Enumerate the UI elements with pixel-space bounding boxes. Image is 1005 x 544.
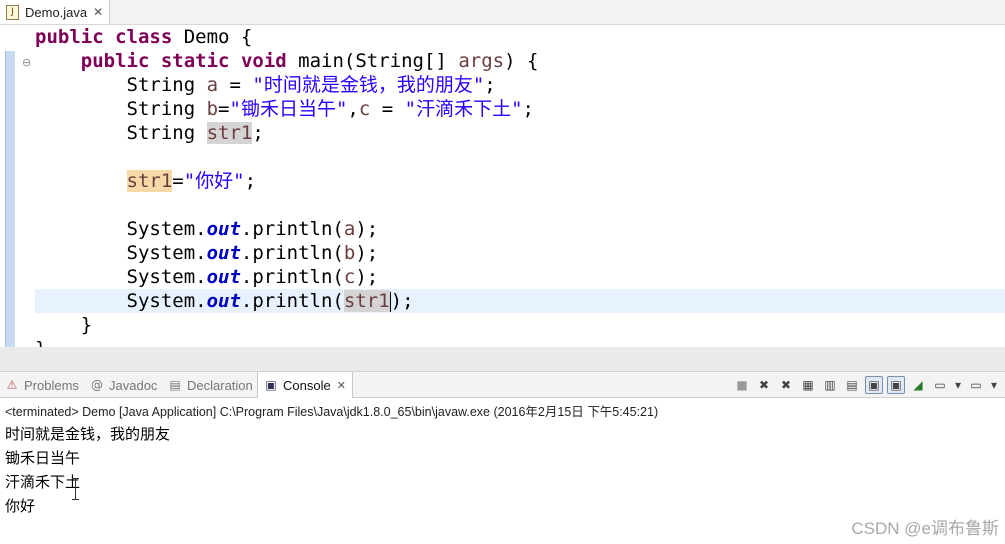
chevron-down-icon[interactable]: ▾ <box>989 376 999 394</box>
editor-tab-bar: J Demo.java ✕ <box>0 0 1005 25</box>
code-line-12: } <box>35 337 46 347</box>
close-icon[interactable]: ✕ <box>93 5 103 19</box>
pin-console-icon[interactable]: ◢ <box>909 376 927 394</box>
view-tab-bar: ⚠ Problems @ Javadoc ▤ Declaration ▣ Con… <box>0 371 1005 398</box>
tab-javadoc[interactable]: @ Javadoc <box>90 372 157 398</box>
show-on-stdout-icon[interactable]: ▣ <box>865 376 883 394</box>
remove-all-terminated-icon[interactable]: ✖ <box>777 376 795 394</box>
tab-declaration-label: Declaration <box>187 377 253 393</box>
problems-icon: ⚠ <box>6 378 18 392</box>
code-line-5: String str1; <box>126 122 264 144</box>
tab-declaration[interactable]: ▤ Declaration <box>168 372 253 398</box>
code-line-3: String a = "时间就是金钱，我的朋友"; <box>126 74 496 96</box>
close-icon[interactable]: ✕ <box>337 379 346 392</box>
watermark: CSDN @e调布鲁斯 <box>851 519 999 538</box>
clear-console-icon[interactable]: ▦ <box>799 376 817 394</box>
java-file-icon: J <box>6 4 19 20</box>
tab-console-label: Console <box>283 377 331 393</box>
chevron-down-icon[interactable]: ▾ <box>953 376 963 394</box>
fold-collapse-icon[interactable]: ⊖ <box>22 56 31 69</box>
console-output-line: 锄禾日当午 <box>5 449 81 467</box>
console-output-line: 你好 <box>5 497 36 515</box>
console-toolbar: ■ ✖ ✖ ▦ ▥ ▤ ▣ ▣ ◢ ▭ ▾ ▭ ▾ <box>733 375 999 395</box>
code-line-11: } <box>35 314 93 336</box>
code-text[interactable]: public class Demo { public static void m… <box>35 25 538 347</box>
tab-javadoc-label: Javadoc <box>109 377 158 393</box>
tab-problems-label: Problems <box>24 377 79 393</box>
tab-console[interactable]: ▣ Console ✕ <box>257 372 353 398</box>
remove-launch-icon[interactable]: ✖ <box>755 376 773 394</box>
ibeam-cursor-icon <box>72 478 79 500</box>
open-console-icon[interactable]: ▭ <box>967 376 985 394</box>
show-on-stderr-icon[interactable]: ▣ <box>887 376 905 394</box>
terminate-icon[interactable]: ■ <box>733 376 751 394</box>
editor-tab-title: Demo.java <box>25 4 88 20</box>
tab-problems[interactable]: ⚠ Problems <box>5 372 79 398</box>
code-line-6: str1="你好"; <box>126 170 257 192</box>
console-output-line: 汗滴禾下土 <box>5 473 81 491</box>
code-line-8: System.out.println(b); <box>126 242 379 264</box>
editor-splitter[interactable] <box>0 347 1005 371</box>
code-editor[interactable]: ⊖ public class Demo { public static void… <box>0 25 1005 347</box>
code-line-1: public class Demo { <box>35 26 253 48</box>
code-line-10: System.out.println(str1); <box>126 290 414 312</box>
display-console-icon[interactable]: ▭ <box>931 376 949 394</box>
editor-tab-demo-java[interactable]: J Demo.java ✕ <box>0 0 110 24</box>
javadoc-icon: @ <box>91 378 103 392</box>
quick-diff-bar <box>5 51 15 347</box>
scroll-lock-icon[interactable]: ▥ <box>821 376 839 394</box>
code-line-7: System.out.println(a); <box>126 218 379 240</box>
declaration-icon: ▤ <box>169 378 181 392</box>
console-icon: ▣ <box>265 378 277 392</box>
code-line-2: public static void main(String[] args) { <box>80 50 539 72</box>
console-output-line: 时间就是金钱，我的朋友 <box>5 425 171 443</box>
code-line-9: System.out.println(c); <box>126 266 379 288</box>
console-status-line: <terminated> Demo [Java Application] C:\… <box>5 405 659 419</box>
code-line-4: String b="锄禾日当午",c = "汗滴禾下土"; <box>126 98 534 120</box>
word-wrap-icon[interactable]: ▤ <box>843 376 861 394</box>
